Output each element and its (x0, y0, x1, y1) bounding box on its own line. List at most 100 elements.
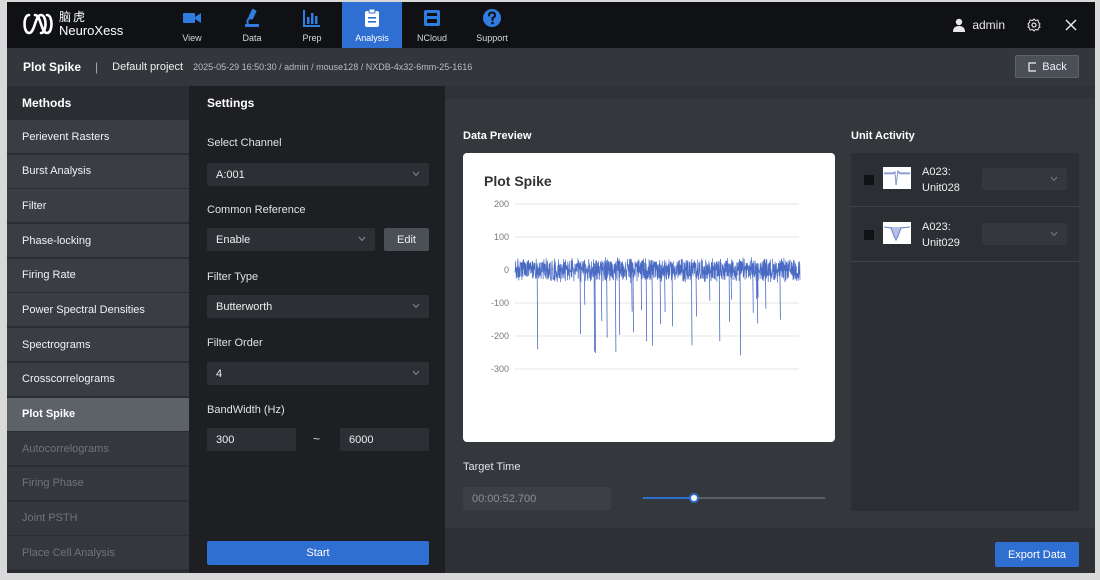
nav-view[interactable]: View (162, 2, 222, 48)
logo-english-text: NeuroXess (59, 23, 124, 38)
spike-line (739, 263, 741, 356)
unit-checkbox[interactable] (864, 175, 874, 185)
method-joint-psth: Joint PSTH (7, 501, 189, 535)
method-power-spectral-densities[interactable]: Power Spectral Densities (7, 293, 189, 327)
chevron-down-icon (412, 370, 420, 376)
start-button[interactable]: Start (207, 541, 429, 565)
data-preview-heading: Data Preview (463, 130, 532, 142)
y-tick-label: 0 (504, 265, 509, 275)
edit-button-label: Edit (397, 233, 416, 246)
method-perievent-rasters[interactable]: Perievent Rasters (7, 120, 189, 153)
method-filter[interactable]: Filter (7, 189, 189, 223)
unit-category-select[interactable] (982, 168, 1067, 190)
unit-name: A023: Unit028 (922, 164, 967, 196)
filter-type-select[interactable]: Butterworth (207, 295, 429, 318)
recording-path: 2025-05-29 16:50:30 / admin / mouse128 /… (193, 62, 473, 72)
nav-data[interactable]: Data (222, 2, 282, 48)
method-crosscorrelograms[interactable]: Crosscorrelograms (7, 362, 189, 396)
main-content: Data Preview Unit Activity 200 100 0 -100 -2… (445, 86, 1095, 573)
method-firing-phase: Firing Phase (7, 466, 189, 500)
filter-type-label: Filter Type (207, 271, 259, 283)
start-button-label: Start (306, 547, 330, 559)
breadcrumb-separator: | (95, 60, 99, 74)
channel-select[interactable]: A:001 (207, 163, 429, 186)
method-label: Place Cell Analysis (22, 546, 115, 559)
user-icon (953, 18, 966, 32)
bandwidth-high-input[interactable]: 6000 (340, 428, 429, 451)
target-time-input: 00:00:52.700 (463, 487, 611, 510)
gear-icon[interactable] (1027, 18, 1041, 32)
reference-select[interactable]: Enable (207, 228, 375, 251)
user-menu[interactable]: admin (952, 18, 1005, 32)
nav-support[interactable]: Support (462, 2, 522, 48)
unit-channel: A023: (922, 166, 951, 178)
export-data-button[interactable]: Export Data (995, 542, 1079, 567)
methods-heading: Methods (22, 96, 72, 110)
nav-label: View (182, 33, 202, 43)
back-button-label: Back (1042, 60, 1067, 73)
page-title: Plot Spike (23, 60, 82, 74)
logo: 脑虎 NeuroXess (21, 9, 123, 39)
slider-thumb[interactable] (688, 493, 699, 503)
spike-line (651, 263, 653, 346)
reference-value: Enable (216, 233, 251, 246)
method-autocorrelograms: Autocorrelograms (7, 432, 189, 466)
method-phase-locking[interactable]: Phase-locking (7, 224, 189, 258)
bandwidth-low-input[interactable]: 300 (207, 428, 296, 451)
method-label: Burst Analysis (22, 165, 92, 178)
spike-line (691, 263, 693, 346)
spike-line (606, 263, 608, 338)
breadcrumb: Plot Spike | Default project 2025-05-29 … (7, 48, 1095, 86)
unit-category-select[interactable] (982, 223, 1067, 245)
close-icon[interactable] (1064, 18, 1078, 32)
method-spectrograms[interactable]: Spectrograms (7, 328, 189, 362)
method-place-cell-analysis: Place Cell Analysis (7, 536, 189, 570)
unit-activity-heading: Unit Activity (851, 130, 915, 142)
reference-label: Common Reference (207, 204, 306, 216)
method-label: Joint PSTH (22, 512, 78, 525)
filter-type-value: Butterworth (216, 300, 273, 313)
method-plot-spike[interactable]: Plot Spike (7, 397, 189, 431)
help-icon (483, 9, 501, 27)
y-tick-label: -100 (491, 298, 509, 308)
chevron-down-icon (412, 171, 420, 177)
method-label: Firing Phase (22, 477, 84, 490)
microscope-icon (245, 8, 259, 27)
unit-row: A023: Unit029 (851, 208, 1079, 262)
nav-prep[interactable]: Prep (282, 2, 342, 48)
edit-reference-button[interactable]: Edit (384, 228, 429, 251)
top-bar: 脑虎 NeuroXess View Data Prep Analysis NCl… (7, 2, 1095, 48)
nav-label: Support (476, 33, 508, 43)
nav-label: NCloud (416, 33, 447, 43)
logo-chinese-text: 脑虎 (59, 10, 88, 24)
method-label: Power Spectral Densities (22, 303, 145, 316)
method-label: Perievent Rasters (22, 130, 110, 143)
chevron-down-icon (358, 236, 366, 242)
chevron-down-icon (412, 303, 420, 309)
spike-chart: 200 100 0 -100 -200 -300 (491, 199, 801, 374)
nav-ncloud[interactable]: NCloud (402, 2, 462, 48)
back-button[interactable]: Back (1015, 55, 1079, 78)
filter-order-label: Filter Order (207, 337, 263, 349)
clipboard-icon (365, 8, 379, 27)
methods-sidebar: Methods Perievent Rasters Burst Analysis… (7, 86, 189, 573)
method-firing-rate[interactable]: Firing Rate (7, 258, 189, 292)
bandwidth-high-value: 6000 (349, 433, 374, 446)
chevron-down-icon (1050, 176, 1058, 182)
method-label: Spectrograms (22, 338, 91, 351)
method-label: Autocorrelograms (22, 442, 109, 455)
channel-label: Select Channel (207, 137, 282, 149)
unit-channel: A023: (922, 221, 951, 233)
slider-fill (643, 497, 694, 499)
nav-analysis[interactable]: Analysis (342, 2, 402, 48)
method-burst-analysis[interactable]: Burst Analysis (7, 154, 189, 188)
username: admin (972, 18, 1005, 32)
project-name: Default project (112, 61, 184, 73)
time-slider[interactable] (643, 492, 825, 504)
spike-line (579, 263, 581, 335)
spike-chart-card: 200 100 0 -100 -200 -300 Plot Spike (463, 153, 835, 442)
main-top-strip (445, 86, 1095, 99)
bandwidth-label: BandWidth (Hz) (207, 404, 285, 416)
filter-order-select[interactable]: 4 (207, 362, 429, 385)
unit-checkbox[interactable] (864, 230, 874, 240)
